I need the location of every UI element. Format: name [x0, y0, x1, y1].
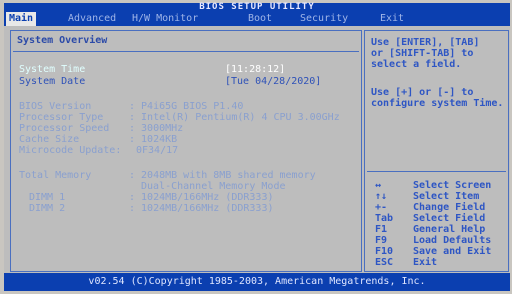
tab-security[interactable]: Security: [300, 12, 348, 26]
help-line-4: Use [+] or [-] to: [371, 87, 474, 98]
key-action: Save and Exit: [413, 246, 492, 257]
key-action: Select Item: [413, 191, 480, 202]
key-action: Exit: [413, 257, 438, 268]
processor-speed-value: : 3000MHz: [129, 123, 184, 134]
microcode-value: 0F34/17: [136, 145, 179, 156]
tab-bar: Main Advanced H/W Monitor Boot Security …: [4, 12, 510, 26]
bios-version-value: : P4i65G BIOS P1.40: [129, 101, 244, 112]
divider: [13, 51, 359, 52]
bios-title: BIOS SETUP UTILITY: [4, 3, 510, 12]
key-action: Change Field: [413, 202, 486, 213]
tab-exit[interactable]: Exit: [380, 12, 404, 26]
key-action: General Help: [413, 224, 486, 235]
plus-minus-key: +-: [375, 202, 388, 213]
help-divider: [367, 171, 506, 172]
tab-boot[interactable]: Boot: [248, 12, 272, 26]
system-overview-panel: System Overview System Time [11:28:12] S…: [10, 30, 362, 272]
system-time-label: System Time: [19, 64, 86, 75]
key-action: Load Defaults: [413, 235, 492, 246]
f9-key: F9: [375, 235, 388, 246]
total-memory-value: : 2048MB with 8MB shared memory: [129, 170, 316, 181]
key-action: Select Screen: [413, 180, 492, 191]
arrows-lr-icon: ↔: [375, 180, 382, 191]
key-action: Select Field: [413, 213, 486, 224]
system-date-label: System Date: [19, 76, 86, 87]
dimm2-value: : 1024MB/166MHz (DDR333): [129, 203, 274, 214]
dimm1-label: DIMM 1: [29, 192, 66, 203]
copyright-footer: v02.54 (C)Copyright 1985-2003, American …: [4, 273, 510, 291]
processor-type-value: : Intel(R) Pentium(R) 4 CPU 3.00GHz: [129, 112, 340, 123]
section-heading: System Overview: [17, 35, 108, 46]
tab-key: Tab: [375, 213, 394, 224]
help-line-3: select a field.: [371, 59, 462, 70]
help-line-1: Use [ENTER], [TAB]: [371, 37, 480, 48]
bios-screen: BIOS SETUP UTILITY Main Advanced H/W Mon…: [4, 3, 510, 291]
help-line-2: or [SHIFT-TAB] to: [371, 48, 474, 59]
processor-type-label: Processor Type: [19, 112, 104, 123]
cache-size-label: Cache Size: [19, 134, 80, 145]
system-time-value[interactable]: [11:28:12]: [225, 64, 285, 75]
dimm2-label: DIMM 2: [29, 203, 66, 214]
arrows-ud-icon: ↑↓: [375, 191, 388, 202]
tab-advanced[interactable]: Advanced: [68, 12, 116, 26]
f1-key: F1: [375, 224, 388, 235]
cache-size-value: : 1024KB: [129, 134, 178, 145]
total-memory-label: Total Memory: [19, 170, 92, 181]
system-date-value[interactable]: [Tue 04/28/2020]: [225, 76, 321, 87]
processor-speed-label: Processor Speed: [19, 123, 110, 134]
microcode-label: Microcode Update:: [19, 145, 122, 156]
memory-mode-text: Dual-Channel Memory Mode: [141, 181, 286, 192]
tab-main[interactable]: Main: [6, 12, 37, 26]
help-line-5: configure system Time.: [371, 98, 504, 109]
f10-key: F10: [375, 246, 394, 257]
main-area: System Overview System Time [11:28:12] S…: [4, 26, 510, 273]
esc-key: ESC: [375, 257, 394, 268]
help-panel: Use [ENTER], [TAB] or [SHIFT-TAB] to sel…: [364, 30, 509, 272]
dimm1-value: : 1024MB/166MHz (DDR333): [129, 192, 274, 203]
tab-hw-monitor[interactable]: H/W Monitor: [132, 12, 198, 26]
bios-version-label: BIOS Version: [19, 101, 92, 112]
